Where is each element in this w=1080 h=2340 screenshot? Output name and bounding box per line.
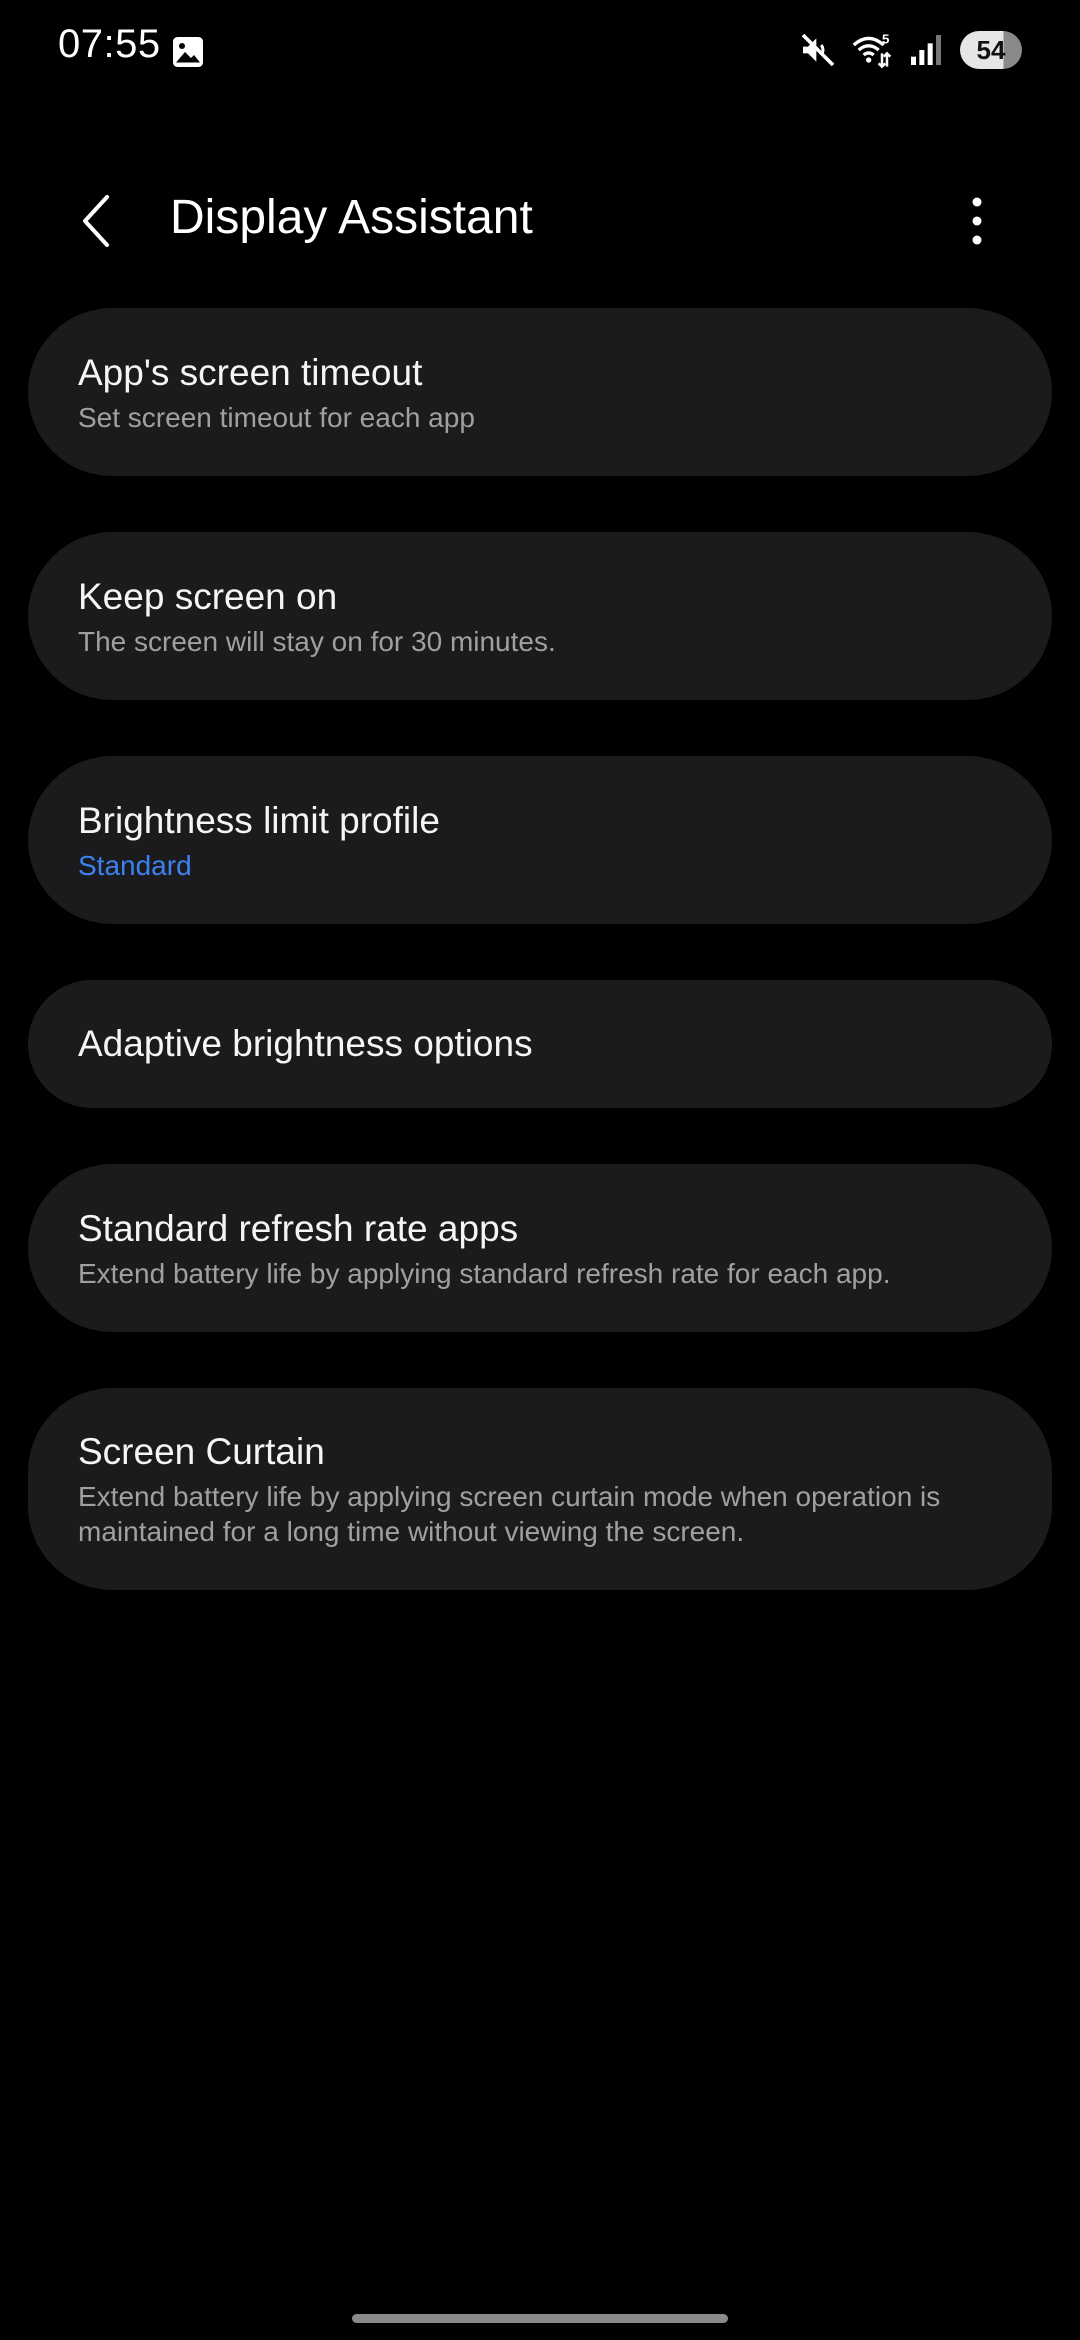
- setting-title: App's screen timeout: [78, 351, 423, 393]
- setting-title: Keep screen on: [78, 575, 338, 617]
- settings-list: App's screen timeout Set screen timeout …: [28, 308, 1052, 1646]
- gallery-icon: [173, 37, 203, 67]
- setting-standard-refresh-rate-apps[interactable]: Standard refresh rate apps Extend batter…: [28, 1164, 1052, 1332]
- setting-title: Adaptive brightness options: [78, 1023, 533, 1064]
- setting-subtitle-line-1: Extend battery life by applying screen c…: [78, 1481, 941, 1512]
- setting-subtitle-line-2: maintained for a long time without viewi…: [78, 1516, 745, 1547]
- status-icons: 5 54: [798, 28, 1022, 72]
- more-options-button[interactable]: [950, 186, 1004, 256]
- setting-subtitle: The screen will stay on for 30 minutes.: [78, 625, 556, 657]
- setting-title: Screen Curtain: [78, 1431, 325, 1472]
- wifi-badge: 5: [882, 31, 890, 46]
- status-bar: 07:55 5 54: [0, 0, 1080, 100]
- setting-current-value: Standard: [78, 849, 192, 881]
- setting-subtitle: Set screen timeout for each app: [78, 401, 475, 433]
- more-vertical-icon: [972, 197, 982, 245]
- app-header: Display Assistant: [0, 160, 1080, 280]
- page-title: Display Assistant: [170, 191, 533, 244]
- chevron-left-icon: [83, 195, 109, 247]
- battery-icon: 54: [960, 31, 1022, 69]
- setting-subtitle: Extend battery life by applying screen c…: [78, 1479, 1002, 1549]
- setting-screen-curtain[interactable]: Screen Curtain Extend battery life by ap…: [28, 1388, 1052, 1590]
- gesture-navigation-bar[interactable]: [352, 2314, 728, 2323]
- setting-adaptive-brightness-options[interactable]: Adaptive brightness options: [28, 980, 1052, 1108]
- battery-level: 54: [976, 34, 1006, 65]
- setting-title: Standard refresh rate apps: [78, 1207, 519, 1249]
- wifi-icon: 5: [852, 31, 892, 69]
- setting-subtitle: Extend battery life by applying standard…: [78, 1257, 891, 1289]
- setting-app-screen-timeout[interactable]: App's screen timeout Set screen timeout …: [28, 308, 1052, 476]
- mute-icon: [801, 33, 835, 67]
- signal-icon: [911, 35, 941, 65]
- setting-title: Brightness limit profile: [78, 799, 440, 841]
- setting-brightness-limit-profile[interactable]: Brightness limit profile Standard: [28, 756, 1052, 924]
- back-button[interactable]: [62, 186, 132, 256]
- status-time: 07:55: [58, 22, 161, 66]
- setting-keep-screen-on[interactable]: Keep screen on The screen will stay on f…: [28, 532, 1052, 700]
